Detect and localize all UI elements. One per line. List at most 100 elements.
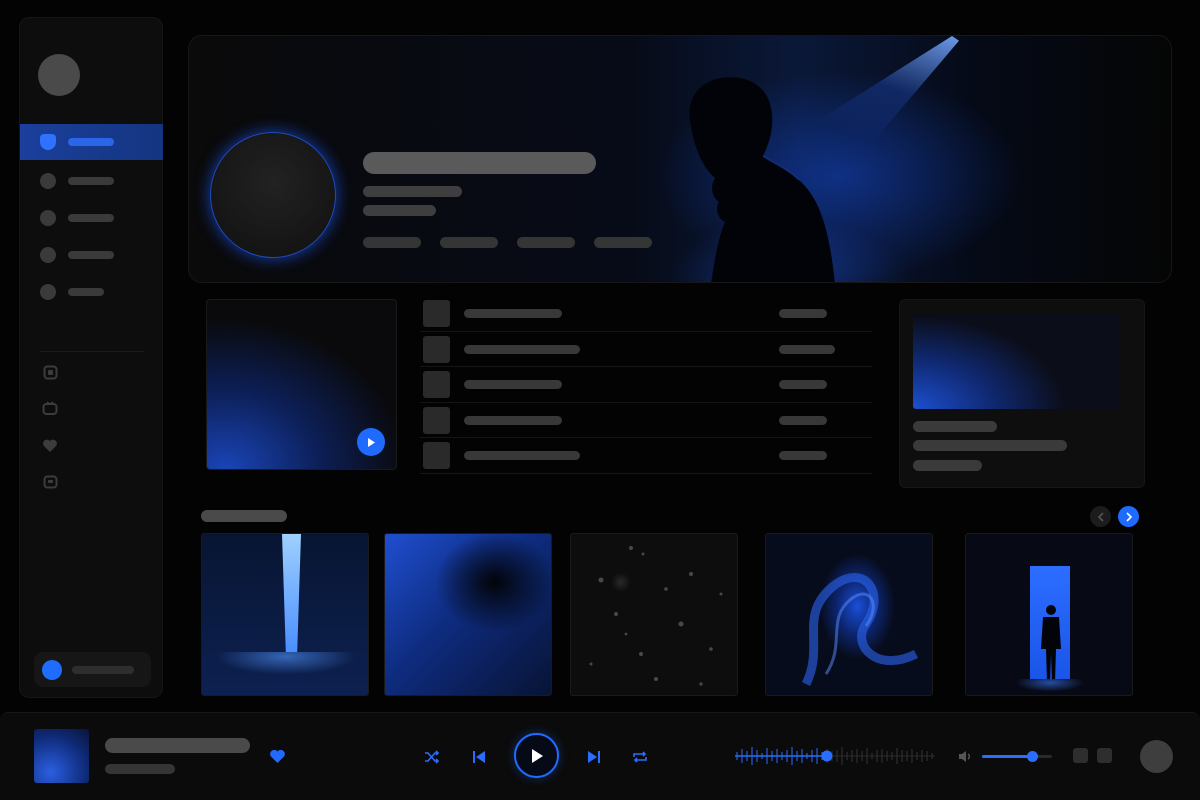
play-icon [531, 748, 543, 763]
album-tile-swirl[interactable] [765, 533, 933, 696]
shuffle-icon [425, 750, 440, 764]
track-list [420, 296, 872, 474]
track-title-placeholder [464, 415, 562, 425]
card-image [913, 313, 1120, 409]
sidebar-item-label [68, 288, 104, 296]
track-duration-placeholder [779, 344, 835, 354]
sidebar-item-label [68, 214, 114, 222]
album-tile-gradient[interactable] [384, 533, 552, 696]
track-duration-placeholder [779, 380, 827, 389]
speaker-icon [959, 750, 970, 762]
app-window [0, 0, 1200, 800]
artist-name-placeholder [363, 152, 596, 174]
next-button[interactable] [585, 748, 603, 766]
nav-icon [40, 173, 56, 189]
nav-icon [40, 247, 56, 263]
artist-hero-banner [188, 35, 1172, 283]
sidebar-item-5[interactable] [20, 274, 163, 310]
track-title-placeholder [464, 309, 562, 318]
waveform-progress-slider[interactable] [735, 745, 935, 767]
chevron-right-icon [1125, 511, 1132, 522]
hero-tag[interactable] [440, 237, 498, 248]
volume-button[interactable] [957, 749, 973, 763]
volume-fill [982, 755, 1033, 758]
info-card[interactable] [899, 299, 1145, 488]
track-thumbnail [423, 442, 450, 469]
now-playing-artist-placeholder [105, 764, 175, 774]
sidebar-item-home[interactable] [20, 124, 163, 160]
track-duration-placeholder [779, 309, 827, 318]
previous-button[interactable] [470, 748, 488, 766]
track-row[interactable] [420, 332, 872, 367]
tv-icon[interactable] [42, 400, 58, 416]
track-row[interactable] [420, 367, 872, 403]
queue-button[interactable] [1073, 748, 1088, 763]
carousel-prev-button[interactable] [1090, 506, 1111, 527]
heart-icon [269, 749, 285, 763]
sidebar-item-4[interactable] [20, 237, 163, 273]
track-thumbnail [423, 335, 450, 363]
card-title-placeholder [913, 421, 997, 432]
artist-avatar[interactable] [210, 132, 336, 258]
play-icon [368, 437, 375, 447]
avatar [42, 659, 62, 680]
hero-tag[interactable] [517, 237, 575, 248]
sidebar-item-label [68, 177, 114, 185]
previous-icon [473, 751, 485, 763]
sidebar [19, 17, 163, 698]
track-duration-placeholder [779, 451, 827, 460]
hero-tag[interactable] [594, 237, 652, 248]
track-title-placeholder [464, 451, 580, 460]
user-name-placeholder [72, 665, 134, 674]
track-row[interactable] [420, 403, 872, 438]
player-bar [0, 712, 1200, 800]
track-row[interactable] [420, 296, 872, 332]
carousel-next-button[interactable] [1118, 506, 1139, 527]
featured-card[interactable] [206, 299, 397, 470]
chevron-left-icon [1097, 511, 1104, 522]
album-tile-texture[interactable] [570, 533, 738, 696]
card-text-placeholder [913, 440, 1067, 451]
artist-silhouette [689, 77, 835, 282]
play-pause-button[interactable] [514, 733, 559, 778]
sidebar-divider [40, 351, 144, 352]
next-icon [588, 751, 600, 763]
home-icon [40, 134, 56, 150]
sidebar-item-label [68, 138, 114, 146]
volume-knob[interactable] [1027, 751, 1039, 762]
track-thumbnail [423, 300, 450, 327]
track-row[interactable] [420, 438, 872, 474]
sidebar-item-3[interactable] [20, 200, 163, 236]
track-title-placeholder [464, 380, 562, 389]
now-playing-artwork[interactable] [34, 729, 89, 783]
track-title-placeholder [464, 344, 580, 354]
heart-icon[interactable] [42, 437, 58, 453]
track-duration-placeholder [779, 415, 827, 425]
section-title-placeholder [201, 510, 287, 522]
avatar[interactable] [38, 54, 80, 96]
volume-slider[interactable] [982, 751, 1052, 762]
artist-meta-placeholder [363, 205, 436, 216]
like-button[interactable] [268, 748, 286, 764]
now-playing-title-placeholder [105, 738, 250, 753]
track-thumbnail [423, 406, 450, 434]
avatar[interactable] [1140, 740, 1173, 773]
user-chip[interactable] [34, 652, 151, 687]
sidebar-item-2[interactable] [20, 163, 163, 199]
card-text-placeholder [913, 460, 982, 471]
nav-icon [40, 284, 56, 300]
device-button[interactable] [1097, 748, 1112, 763]
play-button[interactable] [357, 428, 385, 456]
progress-knob [821, 750, 833, 762]
message-icon[interactable] [42, 474, 58, 490]
box-icon[interactable] [42, 364, 58, 380]
repeat-button[interactable] [631, 748, 649, 766]
artist-meta-placeholder [363, 186, 462, 197]
shuffle-button[interactable] [423, 749, 441, 765]
hero-tag[interactable] [363, 237, 421, 248]
album-tile-doorway[interactable] [965, 533, 1133, 696]
album-tile-light-beam[interactable] [201, 533, 369, 696]
sidebar-item-label [68, 251, 114, 259]
repeat-icon [633, 751, 647, 763]
nav-icon [40, 210, 56, 226]
